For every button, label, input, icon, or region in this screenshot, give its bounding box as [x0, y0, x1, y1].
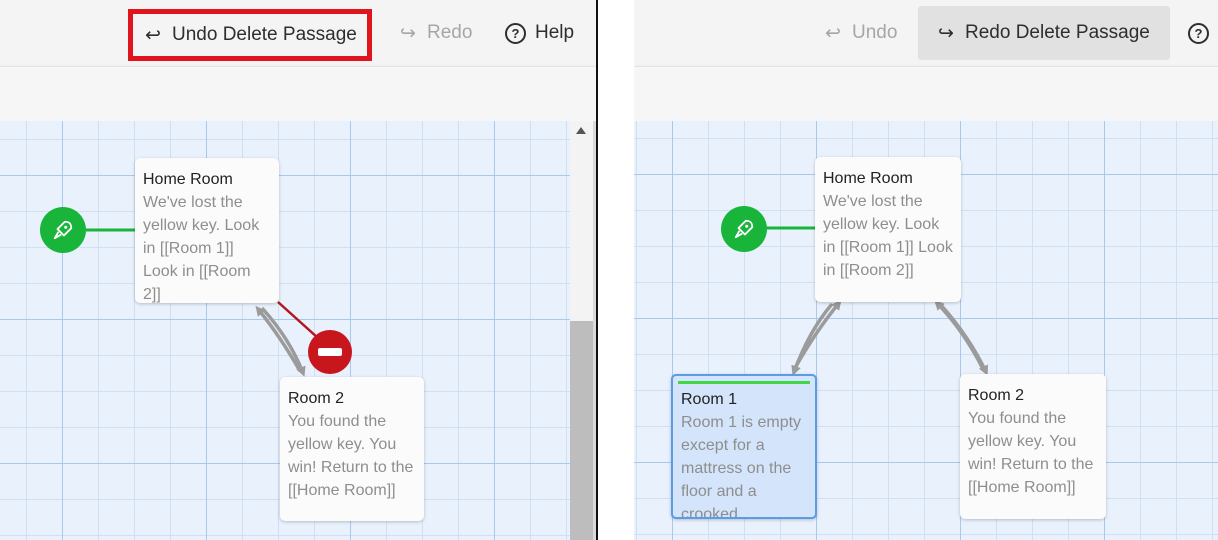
- left-panel: ↩ Undo Delete Passage ↪ Redo ? Help Home…: [0, 0, 596, 540]
- deleted-passage-marker: [308, 330, 352, 374]
- link-arrow: [793, 299, 842, 369]
- redo-label: Redo: [427, 22, 473, 43]
- undo-arrow-icon: ↩: [145, 24, 161, 46]
- help-button[interactable]: ?: [1178, 6, 1218, 60]
- secondary-toolbar: [634, 66, 1218, 121]
- passage-title: Home Room: [823, 170, 913, 187]
- link-arrow: [934, 300, 985, 370]
- selection-highlight: [678, 381, 810, 384]
- passage-excerpt: You found the yellow key. You win! Retur…: [968, 410, 1094, 496]
- passage-title: Home Room: [143, 171, 233, 188]
- help-button[interactable]: ? Help: [495, 6, 584, 60]
- link-arrow: [255, 305, 302, 372]
- redo-arrow-icon: ↪: [400, 22, 416, 44]
- passage-card-room-1[interactable]: Room 1 Room 1 is empty except for a matt…: [671, 374, 817, 519]
- story-map-canvas[interactable]: Home Room We've lost the yellow key. Loo…: [0, 121, 596, 540]
- redo-arrow-icon: ↪: [938, 22, 954, 44]
- broken-link-connector: [277, 301, 319, 339]
- passage-title: Room 2: [288, 390, 345, 407]
- secondary-toolbar: [0, 66, 596, 121]
- rocket-icon: [734, 219, 754, 239]
- top-toolbar: ↩ Undo ↪ Redo Delete Passage ?: [634, 0, 1218, 66]
- vertical-scrollbar[interactable]: [570, 121, 593, 540]
- minus-circle-icon: [318, 348, 342, 356]
- panel-divider: [596, 0, 598, 540]
- scrollbar-thumb[interactable]: [570, 321, 593, 540]
- scroll-up-arrow-icon[interactable]: [576, 127, 586, 134]
- passage-title: Room 2: [968, 387, 1025, 404]
- undo-button[interactable]: ↩ Undo: [813, 6, 907, 60]
- passage-card-room-2[interactable]: Room 2 You found the yellow key. You win…: [280, 377, 424, 521]
- right-panel: ↩ Undo ↪ Redo Delete Passage ? Home Room…: [634, 0, 1218, 540]
- passage-card-home-room[interactable]: Home Room We've lost the yellow key. Loo…: [135, 158, 279, 303]
- undo-arrow-icon: ↩: [825, 22, 841, 44]
- undo-button[interactable]: ↩ Undo Delete Passage: [128, 9, 372, 61]
- help-circle-icon: ?: [505, 22, 526, 44]
- passage-excerpt: Room 1 is empty except for a mattress on…: [681, 414, 802, 519]
- redo-button[interactable]: ↪ Redo: [388, 6, 482, 60]
- help-label: Help: [535, 22, 575, 43]
- passage-excerpt: You found the yellow key. You win! Retur…: [288, 413, 414, 499]
- start-passage-marker: [40, 207, 86, 253]
- passage-title: Room 1: [681, 391, 738, 408]
- rocket-icon: [53, 220, 73, 240]
- undo-label: Undo Delete Passage: [172, 24, 357, 45]
- top-toolbar: ↩ Undo Delete Passage ↪ Redo ? Help: [0, 0, 596, 66]
- redo-button[interactable]: ↪ Redo Delete Passage: [918, 6, 1170, 60]
- passage-excerpt: We've lost the yellow key. Look in [[Roo…: [823, 193, 953, 279]
- start-passage-marker: [721, 206, 767, 252]
- undo-label: Undo: [852, 22, 898, 43]
- redo-label: Redo Delete Passage: [965, 22, 1150, 43]
- passage-excerpt: We've lost the yellow key. Look in [[Roo…: [143, 194, 260, 303]
- passage-card-room-2[interactable]: Room 2 You found the yellow key. You win…: [960, 374, 1106, 519]
- story-map-canvas[interactable]: Home Room We've lost the yellow key. Loo…: [634, 121, 1218, 540]
- help-circle-icon: ?: [1188, 22, 1209, 44]
- passage-card-home-room[interactable]: Home Room We've lost the yellow key. Loo…: [815, 157, 961, 302]
